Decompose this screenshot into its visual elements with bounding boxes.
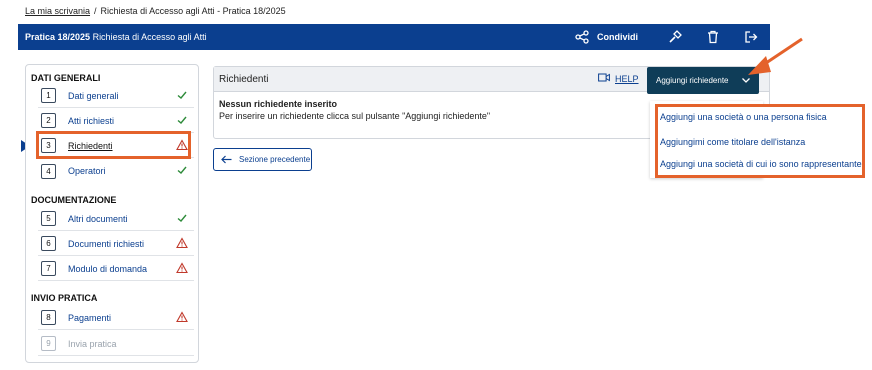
logout-icon (744, 30, 758, 44)
breadcrumb: La mia scrivania / Richiesta di Accesso ag… (25, 6, 286, 16)
previous-section-button[interactable]: Sezione precedente (213, 148, 312, 171)
step-number: 4 (41, 163, 56, 179)
section-title-dati-generali: DATI GENERALI (31, 73, 101, 83)
add-applicant-button[interactable]: Aggiungi richiedente (647, 67, 759, 94)
warning-icon (176, 237, 188, 249)
check-icon (176, 164, 188, 176)
share-label: Condividi (597, 32, 638, 42)
step-label: Operatori (68, 166, 106, 176)
breadcrumb-separator: / (94, 6, 97, 16)
step-label: Documenti richiesti (68, 238, 145, 249)
sidebar-item-operatori[interactable]: 4 Operatori (38, 159, 194, 183)
page-title: Pratica 18/2025 Richiesta di Accesso agl… (18, 32, 207, 42)
sidebar-item-atti-richiesti[interactable]: 2 Atti richiesti (38, 109, 194, 133)
dropdown-option-titolare[interactable]: Aggiungimi come titolare dell'istanza (660, 137, 805, 147)
section-title-documentazione: DOCUMENTAZIONE (31, 195, 117, 205)
section-title-invio-pratica: INVIO PRATICA (31, 293, 98, 303)
step-label: Dati generali (68, 90, 119, 101)
step-number: 9 (41, 336, 56, 351)
sidebar-item-documenti-richiesti[interactable]: 6 Documenti richiesti (38, 232, 194, 256)
trash-icon (706, 30, 720, 44)
tools-button[interactable] (656, 24, 694, 50)
sidebar-item-modulo-di-domanda[interactable]: 7 Modulo di domanda (38, 257, 194, 281)
step-label: Altri documenti (68, 213, 128, 224)
step-label: Atti richiesti (68, 115, 115, 126)
step-label: Invia pratica (68, 338, 117, 349)
delete-button[interactable] (694, 24, 732, 50)
add-applicant-label: Aggiungi richiedente (656, 76, 729, 85)
panel-header: Richiedenti HELP Aggiungi richiedente (214, 67, 769, 94)
check-icon (176, 89, 188, 101)
step-label: Modulo di domanda (68, 263, 148, 274)
header-bar: Pratica 18/2025 Richiesta di Accesso agl… (18, 24, 770, 50)
sidebar-item-pagamenti[interactable]: 8 Pagamenti (38, 306, 194, 330)
page-title-number: Pratica 18/2025 (25, 32, 91, 42)
step-number: 1 (41, 88, 56, 103)
sidebar-item-invia-pratica: 9 Invia pratica (38, 332, 194, 356)
check-icon (176, 114, 188, 126)
active-step-highlight (36, 131, 191, 159)
arrow-left-icon (221, 155, 232, 164)
sidebar-item-dati-generali[interactable]: 1 Dati generali (38, 84, 194, 108)
step-number: 7 (41, 261, 56, 276)
steps-sidebar: DATI GENERALI 1 Dati generali 2 Atti ric… (25, 64, 199, 363)
dropdown-option-societa-persona[interactable]: Aggiungi una società o una persona fisic… (660, 112, 827, 122)
exit-button[interactable] (732, 24, 770, 50)
step-label: Pagamenti (68, 312, 112, 323)
dropdown-option-rappresentante[interactable]: Aggiungi una società di cui io sono rapp… (660, 159, 862, 169)
breadcrumb-current: Richiesta di Accesso agli Atti - Pratica… (100, 6, 286, 16)
step-number: 6 (41, 236, 56, 251)
breadcrumb-home-link[interactable]: La mia scrivania (25, 6, 90, 16)
video-icon (598, 73, 610, 84)
step-number: 2 (41, 113, 56, 128)
chevron-down-icon (741, 77, 751, 84)
check-icon (176, 212, 188, 224)
previous-section-label: Sezione precedente (239, 155, 311, 164)
step-number: 8 (41, 310, 56, 325)
warning-icon (176, 262, 188, 274)
header-actions: Condividi (575, 24, 770, 50)
warning-icon (176, 311, 188, 323)
share-icon (575, 30, 589, 44)
help-label: HELP (615, 73, 639, 84)
share-button[interactable]: Condividi (575, 24, 638, 50)
panel-title: Richiedenti (219, 74, 269, 85)
step-number: 5 (41, 211, 56, 226)
sidebar-item-altri-documenti[interactable]: 5 Altri documenti (38, 207, 194, 231)
page-title-text: Richiesta di Accesso agli Atti (90, 32, 207, 42)
wrench-icon (668, 30, 682, 44)
help-link[interactable]: HELP (598, 73, 639, 84)
